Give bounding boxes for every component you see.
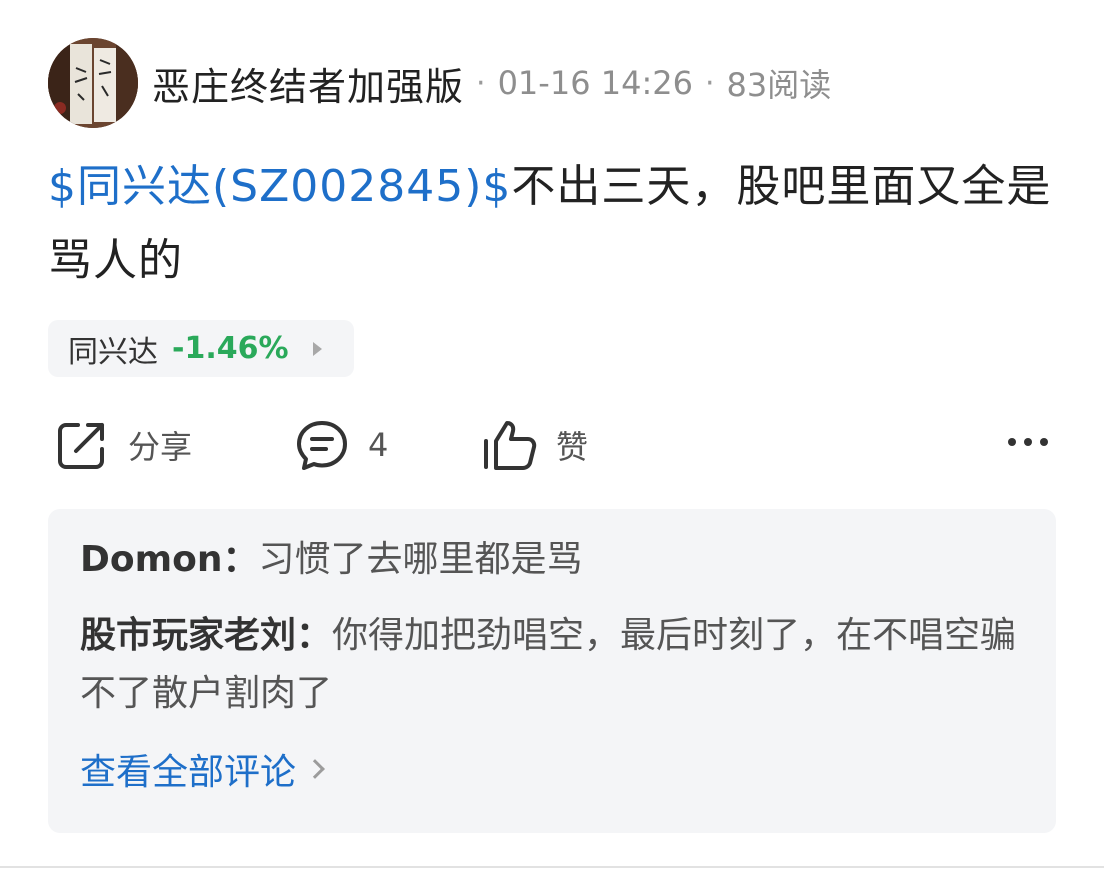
share-label: 分享 <box>128 428 193 466</box>
comment-text: 习惯了去哪里都是骂 <box>258 539 583 580</box>
comments-panel: Domon：习惯了去哪里都是骂 股市玩家老刘：你得加把劲唱空，最后时刻了，在不唱… <box>48 509 1056 833</box>
chevron-right-icon <box>305 759 325 779</box>
share-button[interactable]: 分享 <box>54 412 192 478</box>
more-dot <box>1024 438 1032 446</box>
comment-item[interactable]: Domon：习惯了去哪里都是骂 <box>80 531 1024 589</box>
more-icon[interactable] <box>1008 438 1048 446</box>
comment-button[interactable]: 4 <box>294 412 388 478</box>
view-all-label: 查看全部评论 <box>80 752 297 793</box>
avatar-image <box>48 38 138 128</box>
read-count: 83阅读 <box>726 66 832 104</box>
play-arrow-icon <box>312 341 322 356</box>
stock-chip[interactable]: 同兴达 -1.46% <box>48 320 354 377</box>
stock-chip-change: -1.46% <box>172 331 289 366</box>
view-all-comments-link[interactable]: 查看全部评论 <box>80 743 1024 795</box>
comment-user-sep: ： <box>296 615 333 656</box>
comment-user[interactable]: Domon <box>80 539 223 580</box>
stock-link[interactable]: $同兴达(SZ002845)$ <box>48 161 511 212</box>
comment-item[interactable]: 股市玩家老刘：你得加把劲唱空，最后时刻了，在不唱空骗不了散户割肉了 <box>80 607 1024 723</box>
action-bar: 分享 4 赞 <box>48 412 1058 478</box>
post-header: 恶庄终结者加强版 · 01-16 14:26 · 83阅读 <box>48 38 831 128</box>
thumbs-up-icon <box>484 421 537 470</box>
comment-count: 4 <box>368 426 389 464</box>
more-dot <box>1040 438 1048 446</box>
post-content: $同兴达(SZ002845)$不出三天，股吧里面又全是骂人的 <box>48 150 1058 298</box>
avatar[interactable] <box>48 38 138 128</box>
author-name[interactable]: 恶庄终结者加强版 <box>152 56 464 111</box>
divider <box>0 866 1104 868</box>
like-button[interactable]: 赞 <box>480 412 588 478</box>
comment-user[interactable]: 股市玩家老刘 <box>80 615 296 656</box>
meta-separator: · <box>704 65 715 101</box>
comment-user-sep: ： <box>222 539 259 580</box>
comment-icon <box>297 421 347 470</box>
stock-chip-name: 同兴达 <box>68 334 158 370</box>
like-label: 赞 <box>556 428 589 466</box>
post-time: 01-16 14:26 <box>497 64 693 102</box>
share-icon <box>58 423 104 469</box>
more-dot <box>1008 438 1016 446</box>
meta-separator: · <box>476 65 486 101</box>
